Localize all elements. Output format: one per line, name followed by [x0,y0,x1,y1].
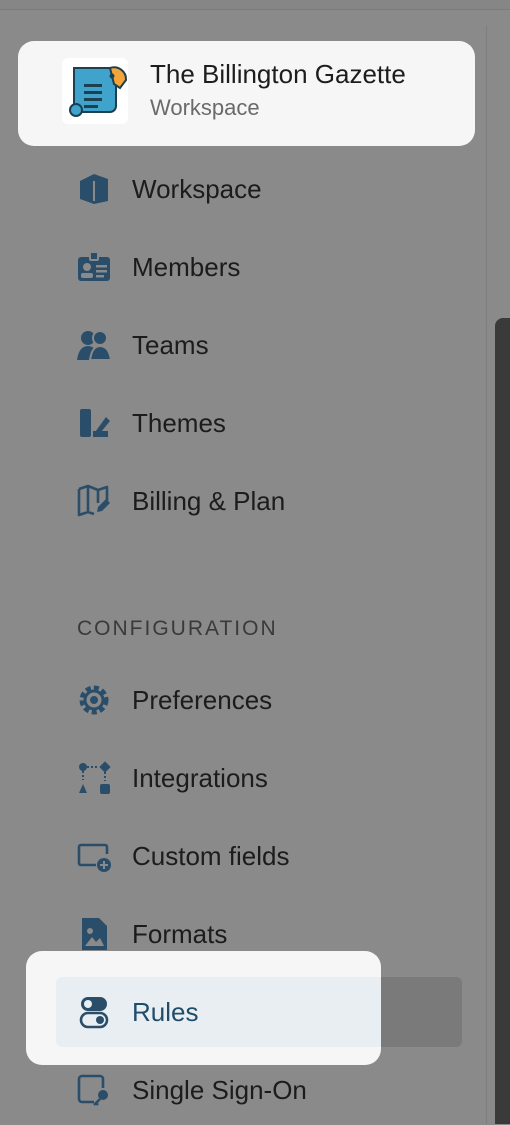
top-edge [0,0,510,10]
nav-item-members[interactable]: Members [56,232,462,302]
nav-item-workspace[interactable]: Workspace [56,154,462,224]
nav-label: Single Sign-On [132,1075,307,1105]
sso-icon [76,1072,112,1108]
scrollbar-thumb[interactable] [495,318,510,1124]
nav-label: Custom fields [132,841,290,871]
nav-label: Preferences [132,685,273,715]
workspace-card[interactable]: The Billington Gazette Workspace [18,41,475,146]
toggle-icon [76,994,112,1030]
id-card-icon [76,249,112,285]
nav-label: Teams [132,330,209,360]
integrations-icon [76,760,112,796]
nav-label: Workspace [132,174,262,204]
nav-item-single-sign-on[interactable]: Single Sign-On [56,1055,462,1125]
gear-icon [76,682,112,718]
nav-label: Integrations [132,763,268,793]
nav-item-billing[interactable]: Billing & Plan [56,466,462,536]
nav-item-rules[interactable]: Rules [56,977,462,1047]
workspace-subtitle: Workspace [150,95,260,120]
panel-divider [486,26,487,1124]
palette-icon [76,405,112,441]
custom-fields-icon [76,838,112,874]
nav-item-preferences[interactable]: Preferences [56,665,462,735]
map-pen-icon [76,483,112,519]
nav-item-custom-fields[interactable]: Custom fields [56,821,462,891]
image-file-icon [76,916,112,952]
nav-item-teams[interactable]: Teams [56,310,462,380]
workspace-name: The Billington Gazette [150,59,406,89]
nav-label: Billing & Plan [132,486,286,516]
nav-item-integrations[interactable]: Integrations [56,743,462,813]
nav-item-themes[interactable]: Themes [56,388,462,458]
section-heading-configuration: CONFIGURATION [77,617,278,640]
people-icon [76,327,113,363]
nav-label: Rules [132,997,199,1027]
nav-label: Themes [132,408,226,438]
nav-label: Members [132,252,241,282]
parrot-logo-icon [62,58,128,124]
building-icon [76,171,112,207]
nav-label: Formats [132,919,228,949]
